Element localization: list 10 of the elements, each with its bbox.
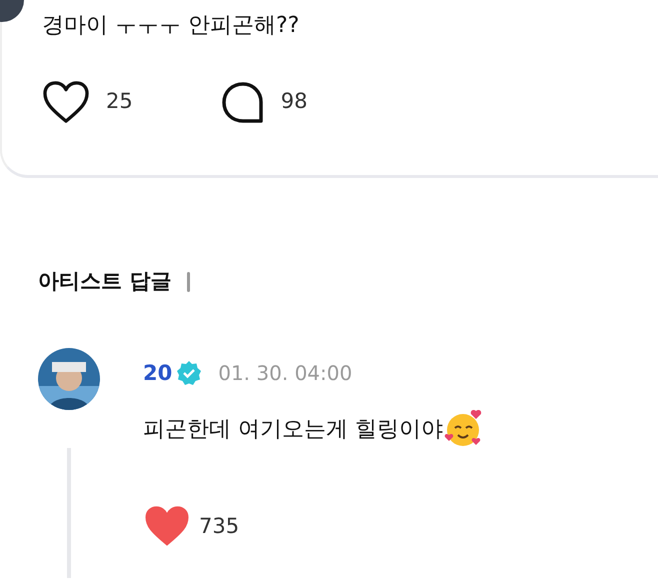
post-text: 경마이 ㅜㅜㅜ 안피곤해?? [42, 12, 300, 40]
section-heading: 아티스트 답글 [38, 268, 172, 295]
heart-icon[interactable] [42, 80, 90, 124]
comment-icon[interactable] [220, 81, 265, 124]
timestamp: 01. 30. 04:00 [218, 360, 352, 388]
reply-text: 피곤한데 여기오는게 힐링이야 [143, 416, 443, 444]
comment-count: 98 [280, 88, 308, 116]
like-count: 25 [106, 88, 133, 116]
author-name[interactable]: 20 [143, 358, 172, 389]
like-count: 735 [199, 512, 240, 540]
